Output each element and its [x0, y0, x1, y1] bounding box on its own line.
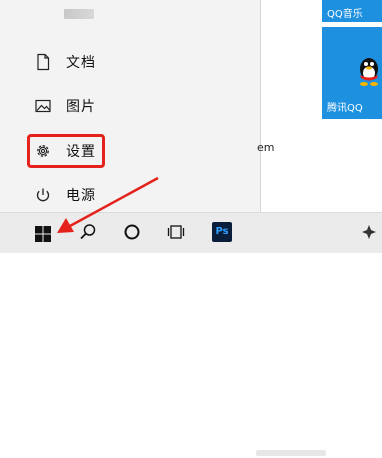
photoshop-icon[interactable]: Ps	[212, 222, 232, 242]
search-icon[interactable]	[79, 223, 97, 241]
qq-penguin-icon	[360, 58, 378, 86]
background-text: em	[257, 141, 275, 154]
app-icon[interactable]	[360, 223, 378, 241]
tile-label: QQ音乐	[327, 9, 363, 20]
user-name-blurred[interactable]	[64, 9, 94, 19]
cortana-icon[interactable]	[123, 223, 141, 241]
taskbar: Ps	[0, 212, 382, 456]
tile-tencent-qq[interactable]: 腾讯QQ	[322, 27, 382, 119]
tile-qq-music[interactable]: QQ音乐	[322, 0, 382, 22]
windows-start-icon[interactable]	[34, 225, 52, 243]
start-item-label: 电源	[66, 188, 96, 204]
start-item-documents[interactable]: 文档	[0, 43, 260, 81]
pictures-icon	[35, 99, 51, 113]
document-icon	[37, 53, 50, 71]
watermark	[256, 450, 326, 456]
power-icon	[36, 188, 50, 202]
settings-highlight-box	[27, 134, 105, 168]
start-item-pictures[interactable]: 图片	[0, 87, 260, 125]
start-item-power[interactable]: 电源	[0, 176, 260, 214]
start-menu-panel: 文档 图片 设置 电源	[0, 0, 261, 212]
task-view-icon[interactable]	[167, 223, 185, 241]
start-item-label: 图片	[66, 99, 96, 115]
start-item-label: 文档	[66, 55, 96, 71]
tile-label: 腾讯QQ	[327, 103, 363, 114]
